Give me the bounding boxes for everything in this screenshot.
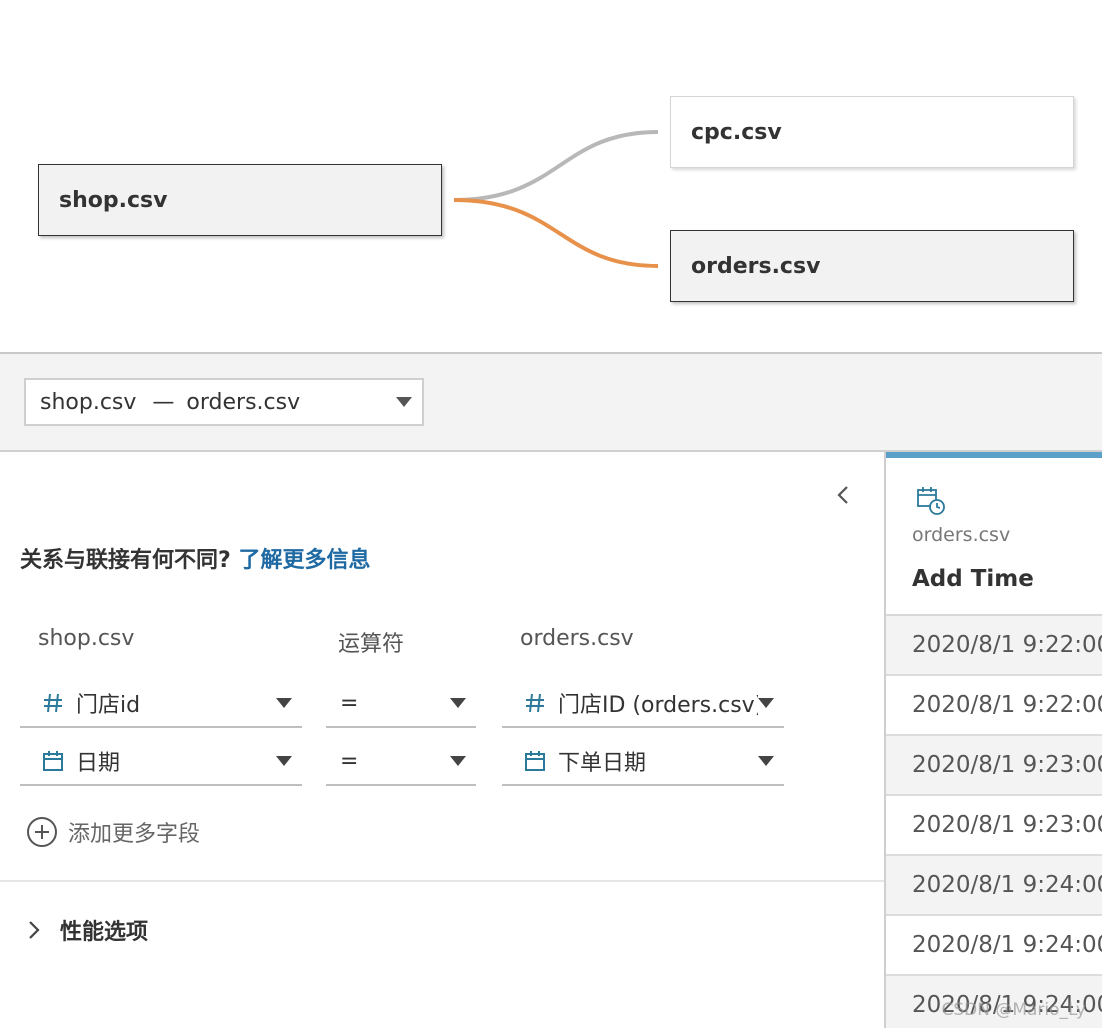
relationship-editor: 关系与联接有何不同? 了解更多信息 shop.csv 运算符 orders.cs… [0, 452, 884, 1028]
left-field-dropdown[interactable]: 日期 [20, 738, 302, 786]
left-field-label: 日期 [76, 751, 121, 776]
preview-row: 2020/8/1 9:22:00 [886, 616, 1102, 676]
relationship-dropdown[interactable]: shop.csv — orders.csv [24, 378, 424, 426]
preview-column-name: Add Time [912, 566, 1034, 592]
preview-row: 2020/8/1 9:23:00 [886, 796, 1102, 856]
left-field-label: 门店id [76, 693, 141, 718]
relationship-canvas: shop.csv cpc.csv orders.csv [0, 0, 1102, 352]
link-shop-orders[interactable] [453, 198, 659, 268]
right-field-dropdown[interactable]: 下单日期 [502, 738, 784, 786]
operator-dropdown[interactable]: = [326, 680, 476, 728]
performance-options-label: 性能选项 [60, 920, 149, 945]
node-orders[interactable]: orders.csv [670, 230, 1074, 302]
datetime-icon [917, 487, 945, 515]
preview-rows: 2020/8/1 9:22:00 2020/8/1 9:22:00 2020/8… [886, 614, 1102, 1028]
relationship-selector-bar: shop.csv — orders.csv [0, 354, 1102, 452]
operator-label: = [340, 690, 359, 716]
chevron-down-icon [450, 756, 466, 766]
right-field-dropdown[interactable]: 门店ID (orders.csv) [502, 680, 784, 728]
number-icon [522, 690, 548, 716]
left-table-header: shop.csv [38, 626, 135, 651]
field-preview: orders.csv Add Time 2020/8/1 9:22:00 202… [884, 452, 1102, 1028]
performance-options-toggle[interactable]: 性能选项 [24, 914, 148, 946]
node-cpc[interactable]: cpc.csv [670, 96, 1074, 168]
preview-row: 2020/8/1 9:23:00 [886, 736, 1102, 796]
question-text: 关系与联接有何不同? [20, 548, 231, 573]
calendar-icon [522, 748, 548, 774]
learn-more-link[interactable]: 了解更多信息 [238, 548, 370, 573]
preview-source: orders.csv [912, 524, 1011, 546]
relationship-dash: — [152, 389, 175, 415]
right-field-label: 门店ID (orders.csv) [558, 693, 758, 718]
node-shop[interactable]: shop.csv [38, 164, 442, 236]
relationship-left-table: shop.csv [40, 389, 137, 415]
section-divider [0, 880, 884, 882]
chevron-down-icon [758, 698, 774, 708]
preview-row: 2020/8/1 9:24:00 [886, 856, 1102, 916]
preview-row: 2020/8/1 9:22:00 [886, 676, 1102, 736]
chevron-down-icon [276, 756, 292, 766]
add-more-label: 添加更多字段 [68, 822, 201, 847]
right-table-header: orders.csv [520, 626, 634, 651]
operator-header: 运算符 [338, 632, 405, 657]
chevron-down-icon [396, 397, 412, 407]
watermark: CSDN @Mario_Ly [941, 1000, 1086, 1020]
collapse-button[interactable] [832, 480, 854, 510]
preview-accent-bar [886, 452, 1102, 458]
number-icon [40, 690, 66, 716]
chevron-down-icon [450, 698, 466, 708]
operator-label: = [340, 748, 359, 774]
add-more-fields-button[interactable]: 添加更多字段 [26, 816, 200, 848]
calendar-icon [40, 748, 66, 774]
help-question: 关系与联接有何不同? 了解更多信息 [20, 542, 370, 574]
chevron-left-icon [837, 486, 848, 504]
plus-circle-icon [27, 817, 57, 847]
right-field-label: 下单日期 [558, 751, 647, 776]
preview-row: 2020/8/1 9:24:00 [886, 916, 1102, 976]
link-shop-cpc[interactable] [453, 130, 659, 202]
operator-dropdown[interactable]: = [326, 738, 476, 786]
left-field-dropdown[interactable]: 门店id [20, 680, 302, 728]
chevron-down-icon [276, 698, 292, 708]
chevron-down-icon [758, 756, 774, 766]
chevron-right-icon [29, 921, 40, 939]
relationship-right-table: orders.csv [186, 389, 301, 415]
